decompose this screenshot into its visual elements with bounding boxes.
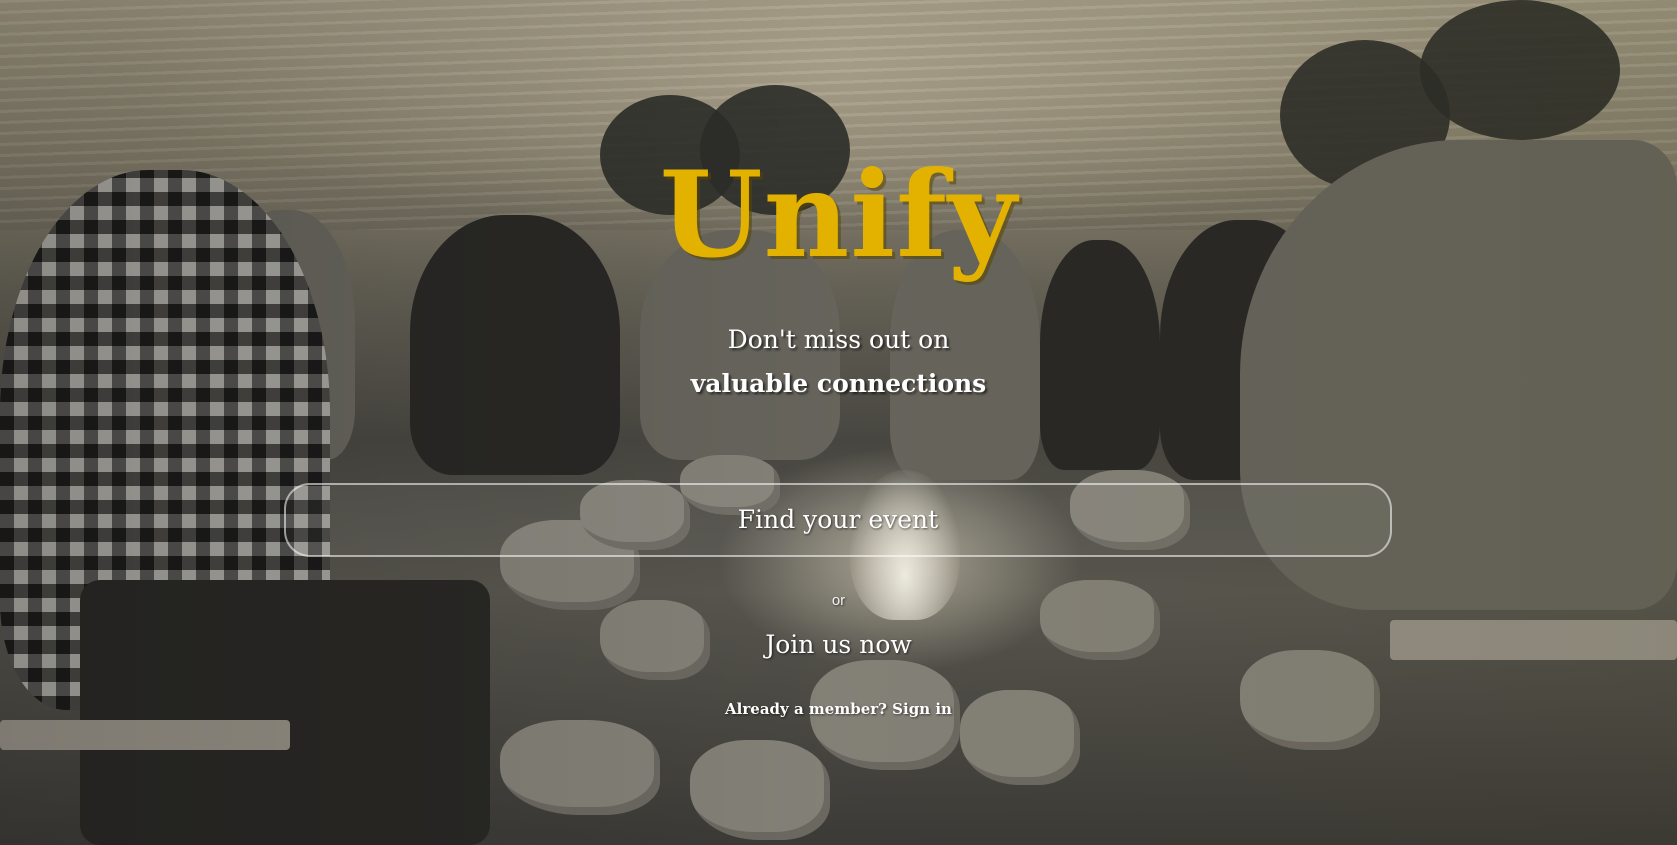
- sign-in-link[interactable]: Sign in: [892, 700, 952, 718]
- join-button[interactable]: Join us now: [700, 625, 977, 665]
- tagline-line-1: Don't miss out on: [727, 325, 950, 354]
- member-prompt-text: Already a member?: [725, 700, 887, 718]
- tagline-line-2: valuable connections: [690, 369, 987, 398]
- tagline: Don't miss out on valuable connections: [0, 318, 1677, 406]
- or-separator: or: [831, 592, 846, 609]
- hero-section: Unify Don't miss out on valuable connect…: [0, 0, 1677, 845]
- find-event-button[interactable]: Find your event: [284, 483, 1392, 557]
- app-logo: Unify: [659, 145, 1018, 284]
- hero-content: Unify Don't miss out on valuable connect…: [0, 0, 1677, 845]
- sign-in-prompt: Already a member? Sign in: [0, 700, 1677, 718]
